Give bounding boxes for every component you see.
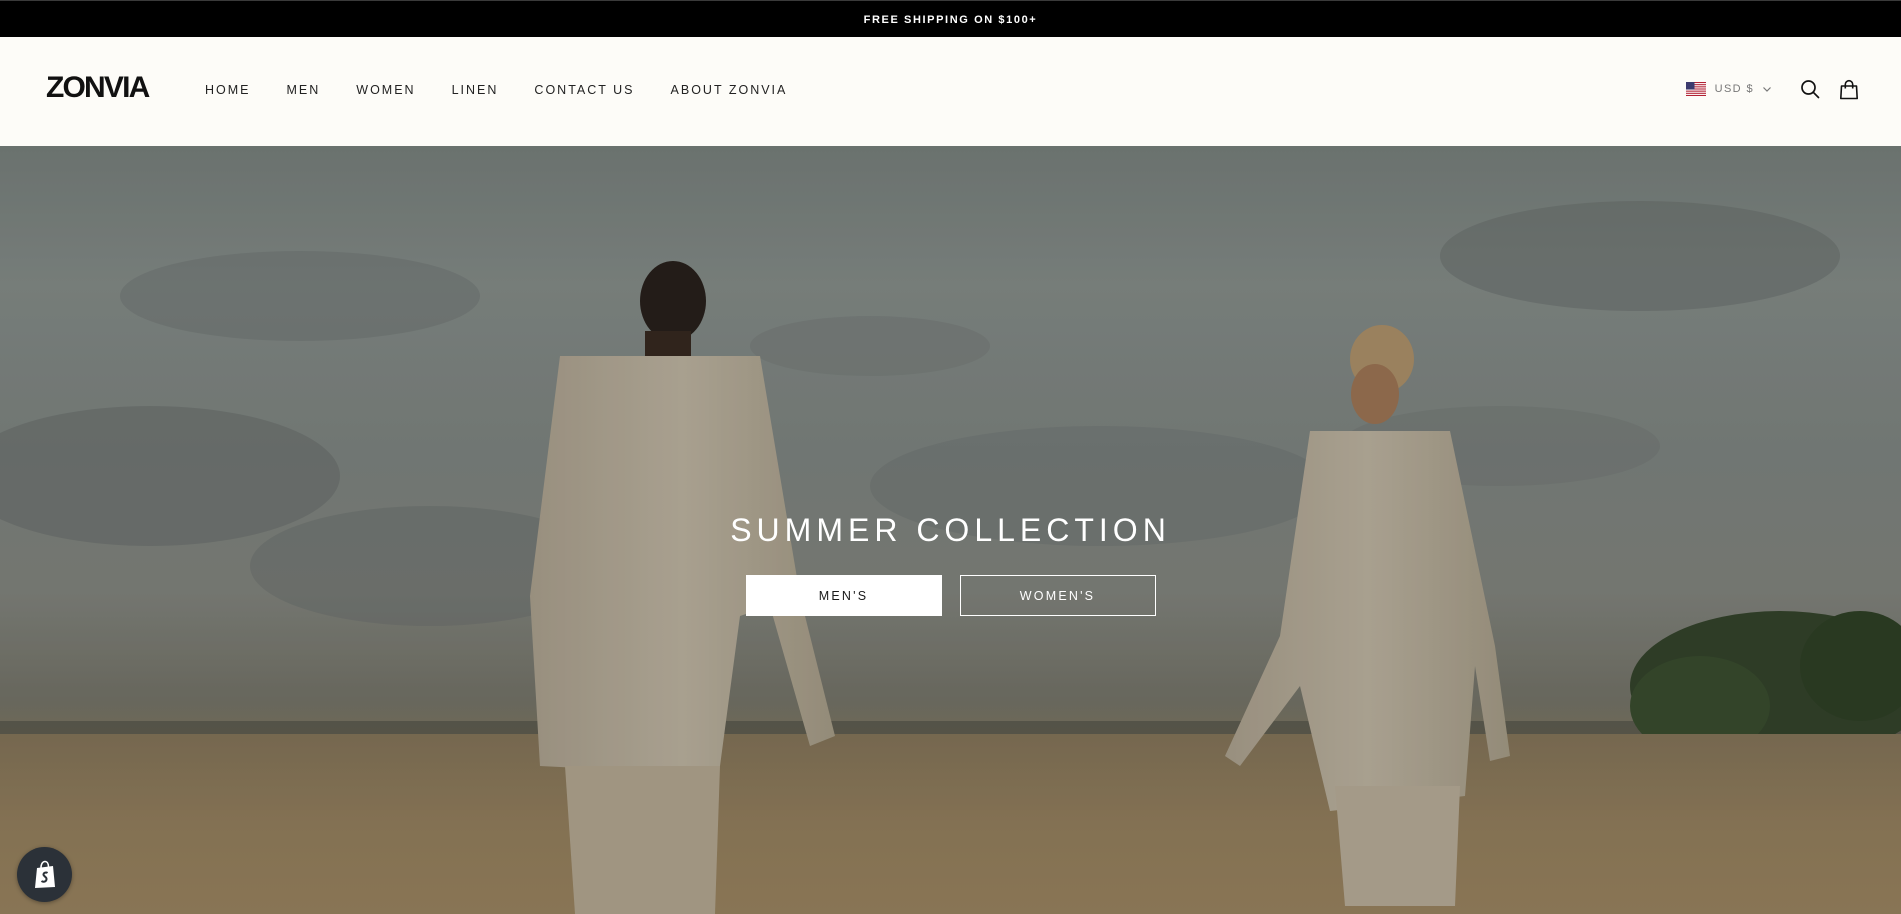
announcement-text: FREE SHIPPING ON $100+ bbox=[863, 13, 1038, 26]
store-logo[interactable]: ZONVIA bbox=[46, 73, 150, 103]
cart-button[interactable] bbox=[1837, 77, 1861, 101]
currency-label: USD $ bbox=[1714, 83, 1754, 95]
us-flag-icon bbox=[1685, 82, 1706, 96]
nav-item-contact-us[interactable]: CONTACT US bbox=[534, 83, 634, 97]
currency-selector[interactable]: USD $ bbox=[1685, 82, 1772, 96]
hero-content: SUMMER COLLECTION MEN'S WOMEN'S bbox=[0, 514, 1901, 616]
site-header: ZONVIA HOME MEN WOMEN LINEN CONTACT US A… bbox=[0, 37, 1901, 146]
search-button[interactable] bbox=[1798, 77, 1822, 101]
shopify-badge[interactable] bbox=[17, 847, 72, 902]
hero-title: SUMMER COLLECTION bbox=[730, 512, 1171, 548]
header-actions: USD $ bbox=[1685, 77, 1861, 101]
nav-item-men[interactable]: MEN bbox=[287, 83, 321, 97]
womens-button[interactable]: WOMEN'S bbox=[959, 575, 1156, 616]
search-icon bbox=[1801, 80, 1820, 99]
hero-banner: SUMMER COLLECTION MEN'S WOMEN'S bbox=[0, 146, 1901, 914]
mens-button[interactable]: MEN'S bbox=[745, 575, 942, 616]
nav-item-home[interactable]: HOME bbox=[205, 83, 251, 97]
announcement-bar: FREE SHIPPING ON $100+ bbox=[0, 0, 1901, 37]
hero-buttons: MEN'S WOMEN'S bbox=[745, 575, 1156, 616]
nav-item-about-zonvia[interactable]: ABOUT ZONVIA bbox=[671, 83, 788, 97]
main-navigation: HOME MEN WOMEN LINEN CONTACT US ABOUT ZO… bbox=[205, 83, 823, 97]
chevron-down-icon bbox=[1763, 87, 1771, 92]
nav-item-linen[interactable]: LINEN bbox=[452, 83, 499, 97]
shopify-bag-icon bbox=[34, 860, 55, 888]
shopping-bag-icon bbox=[1840, 79, 1858, 99]
nav-item-women[interactable]: WOMEN bbox=[356, 83, 415, 97]
